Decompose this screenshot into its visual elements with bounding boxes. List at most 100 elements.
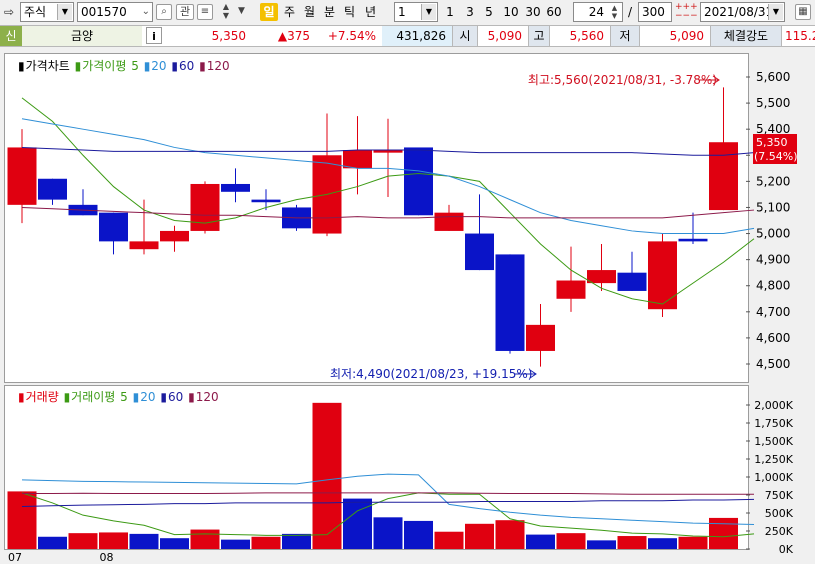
up-down-arrows-icon[interactable]: ▲ ▼: [217, 2, 235, 22]
plus-minus-icon[interactable]: +++ −−−: [675, 3, 698, 21]
legend-ma-title: 가격이평: [82, 59, 127, 73]
legend-ma60-marker: ▮: [171, 59, 179, 73]
volume-tick-label: 250K: [765, 525, 794, 538]
legend-vma120-marker: ▮: [188, 390, 195, 404]
info-icon[interactable]: i: [146, 27, 162, 44]
legend-ma5: 5: [131, 59, 139, 73]
legend-price-marker: ▮: [18, 59, 25, 73]
last-change-label: (7.54%): [754, 150, 798, 163]
volume-tick-label: 1,250K: [754, 453, 793, 466]
high-label: 고: [528, 26, 550, 46]
tab-year[interactable]: 년: [362, 3, 379, 21]
tab-week[interactable]: 주: [281, 3, 298, 21]
strength-label: 체결강도: [710, 26, 782, 46]
volume-tick-label: 1,500K: [754, 435, 793, 448]
stack-icon[interactable]: ≡: [197, 4, 213, 20]
price-tick-label: 4,700: [756, 305, 790, 319]
open-label: 시: [452, 26, 478, 46]
tab-day[interactable]: 일: [260, 3, 278, 21]
legend-ma120: 120: [206, 59, 230, 73]
price-tick-label: 4,800: [756, 279, 790, 293]
volume-tick-label: 500K: [765, 507, 794, 520]
legend-volume-title: 거래량: [25, 390, 59, 404]
date-input[interactable]: 2021/08/31 ▼: [700, 2, 785, 22]
tab-tick[interactable]: 틱: [341, 3, 358, 21]
code-input[interactable]: 001570 ⌄: [77, 2, 153, 22]
legend-vma5: 5: [120, 390, 128, 404]
chevron-down-icon: ⌄: [141, 6, 150, 17]
current-price: 5,350: [211, 29, 246, 43]
legend-price-title: 가격차트: [25, 59, 70, 73]
price-change: ▲375: [277, 29, 310, 43]
price-legend: ▮가격차트 ▮가격이평 5 ▮20 ▮60 ▮120: [18, 57, 231, 74]
price-tick-label: 4,600: [756, 331, 790, 345]
link-arrow-icon[interactable]: ⇨: [4, 5, 14, 19]
tab-minute[interactable]: 분: [321, 3, 338, 21]
price-chart-panel: [4, 53, 749, 383]
price-tick-label: 4,500: [756, 357, 790, 371]
legend-vma-title: 거래이평: [71, 390, 116, 404]
unit-button-60[interactable]: 60: [544, 3, 564, 21]
low-label: 저: [610, 26, 640, 46]
unit-select[interactable]: 1 ▼: [394, 2, 438, 22]
volume-tick-label: 2,000K: [754, 399, 793, 412]
search-icon[interactable]: ⌕: [156, 4, 172, 20]
volume-legend: ▮거래량 ▮거래이평 5 ▮20 ▮60 ▮120: [18, 388, 220, 405]
legend-volume-marker: ▮: [18, 390, 25, 404]
unit-button-1[interactable]: 1: [443, 3, 457, 21]
volume-tick-label: 1,000K: [754, 471, 793, 484]
tab-month[interactable]: 월: [301, 3, 318, 21]
price-tick-label: 5,100: [756, 200, 790, 214]
legend-ma120-marker: ▮: [199, 59, 206, 73]
code-input-value: 001570: [81, 5, 127, 19]
price-tick-label: 5,500: [756, 96, 790, 110]
stock-name: 금양: [22, 26, 142, 46]
price-tick-label: 4,900: [756, 253, 790, 267]
low-price: 5,090: [669, 29, 704, 43]
count-input[interactable]: 24 ▲ ▼: [573, 2, 623, 22]
credit-tag: 신: [0, 26, 22, 46]
chevron-down-icon: ▼: [421, 4, 436, 20]
unit-button-30[interactable]: 30: [523, 3, 543, 21]
count-total-input[interactable]: 300: [638, 2, 672, 22]
market-select[interactable]: 주식 ▼: [20, 2, 74, 22]
open-price: 5,090: [487, 29, 522, 43]
legend-vma60-marker: ▮: [160, 390, 167, 404]
date-input-value: 2021/08/31: [704, 5, 774, 19]
volume-tick-label: 750K: [765, 489, 794, 502]
trade-volume: 431,826: [382, 26, 452, 46]
high-price: 5,560: [569, 29, 604, 43]
legend-vma20: 20: [140, 390, 156, 404]
price-tick-label: 5,400: [756, 122, 790, 136]
legend-ma20: 20: [151, 59, 167, 73]
last-price-label: 5,350: [756, 136, 788, 149]
chevron-down-icon: ▼: [57, 4, 72, 20]
price-tick-label: 5,200: [756, 174, 790, 188]
last-price-badge: [753, 134, 797, 164]
legend-ma20-marker: ▮: [143, 59, 151, 73]
legend-vma-marker: ▮: [63, 390, 71, 404]
chevron-down-icon: ▼: [768, 4, 783, 20]
unit-button-3[interactable]: 3: [463, 3, 477, 21]
price-tick-label: 5,600: [756, 70, 790, 84]
count-total-value: 300: [642, 5, 665, 19]
volume-chart-panel: [4, 385, 749, 550]
market-select-value: 주식: [24, 5, 47, 19]
price-tick-label: 5,000: [756, 227, 790, 241]
spin-arrows-icon: ▲ ▼: [611, 4, 618, 20]
toolbar: ⇨ 주식 ▼ 001570 ⌄ ⌕ 관 ≡ ▲ ▼ ▼ 일 주 월 분 틱 년 1…: [0, 0, 815, 25]
fav-button[interactable]: 관: [176, 4, 194, 20]
unit-button-10[interactable]: 10: [501, 3, 521, 21]
volume-tick-label: 0K: [779, 543, 794, 556]
price-change-pct: +7.54%: [327, 29, 376, 43]
calendar-icon[interactable]: ▦: [795, 4, 811, 20]
legend-vma120: 120: [195, 390, 219, 404]
x-tick-label: 08: [100, 551, 114, 564]
chevron-down-icon[interactable]: ▼: [238, 6, 245, 16]
volume-tick-label: 1,750K: [754, 417, 793, 430]
legend-vma20-marker: ▮: [132, 390, 140, 404]
unit-select-value: 1: [398, 5, 406, 19]
unit-button-5[interactable]: 5: [482, 3, 496, 21]
x-tick-label: 07: [8, 551, 22, 564]
count-separator: /: [627, 5, 633, 19]
